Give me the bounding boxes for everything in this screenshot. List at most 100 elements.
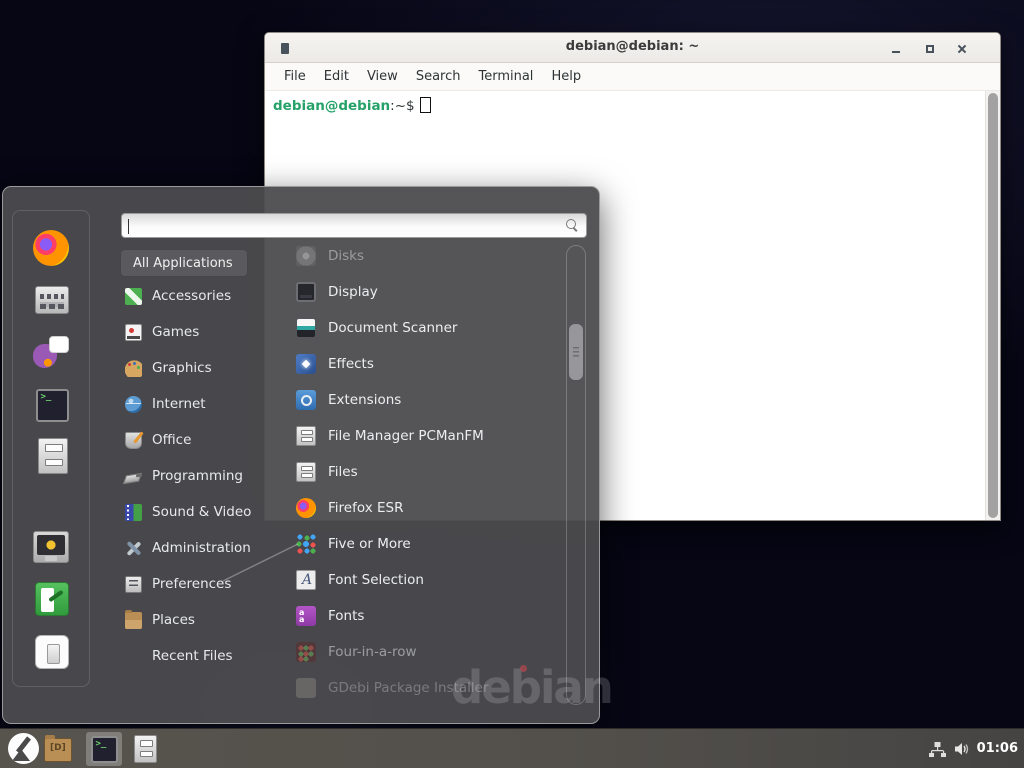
folder-icon <box>44 738 72 762</box>
category-graphics[interactable]: Graphics <box>113 350 273 386</box>
administration-icon <box>125 540 142 557</box>
log-out-icon <box>35 582 69 616</box>
graphics-icon <box>125 360 142 377</box>
menu-search[interactable]: Search <box>407 69 470 84</box>
category-list: Accessories Games Graphics Internet Offi… <box>113 278 273 674</box>
app-effects[interactable]: Effects <box>283 346 561 382</box>
debian-wallpaper-watermark: debian <box>451 661 612 714</box>
prompt-user-host: debian@debian <box>273 98 390 114</box>
app-extensions[interactable]: Extensions <box>283 382 561 418</box>
preferences-icon <box>125 576 142 593</box>
network-icon[interactable] <box>929 741 946 761</box>
programming-icon <box>125 468 142 485</box>
extensions-icon <box>296 390 316 410</box>
firefox-icon <box>296 498 316 518</box>
log-out-favorite-icon[interactable] <box>33 580 71 618</box>
app-file-manager-pcmanfm[interactable]: File Manager PCManFM <box>283 418 561 454</box>
app-font-selection[interactable]: Font Selection <box>283 562 561 598</box>
debian-logo-red-dot <box>520 665 527 672</box>
places-icon <box>125 612 142 629</box>
power-favorite-icon[interactable] <box>33 633 71 671</box>
menu-terminal[interactable]: Terminal <box>469 69 542 84</box>
app-display[interactable]: Display <box>283 274 561 310</box>
terminal-window-button[interactable] <box>86 732 122 766</box>
terminal-scrollbar-thumb[interactable] <box>988 93 998 518</box>
file-cabinet-icon <box>134 735 157 763</box>
five-or-more-icon <box>296 534 316 554</box>
category-programming[interactable]: Programming <box>113 458 273 494</box>
category-recent-files[interactable]: Recent Files <box>113 638 273 674</box>
lock-screen-icon <box>33 531 69 563</box>
app-document-scanner[interactable]: Document Scanner <box>283 310 561 346</box>
desktop: debian@debian: ~ File Edit View Search T… <box>0 0 1024 768</box>
taskbar: 01:06 <box>0 728 1024 768</box>
firefox-favorite-icon[interactable] <box>32 229 70 267</box>
font-selection-icon <box>296 570 316 590</box>
files-favorite-icon[interactable] <box>34 437 72 475</box>
close-button[interactable] <box>954 41 970 57</box>
search-icon <box>566 219 579 232</box>
terminal-titlebar[interactable]: debian@debian: ~ <box>265 33 1000 63</box>
files-launcher[interactable] <box>134 735 157 763</box>
shell-prompt: debian@debian:~$ <box>273 97 431 114</box>
taskbar-clock[interactable]: 01:06 <box>977 741 1018 756</box>
app-disks[interactable]: Disks <box>283 238 561 274</box>
internet-icon <box>125 396 142 413</box>
package-manager-favorite-icon[interactable] <box>33 281 71 319</box>
four-in-a-row-icon <box>296 642 316 662</box>
scanner-icon <box>296 318 316 338</box>
category-accessories[interactable]: Accessories <box>113 278 273 314</box>
text-caret <box>128 219 129 234</box>
terminal-cursor <box>420 97 431 113</box>
maximize-button[interactable] <box>922 41 938 57</box>
office-icon <box>125 432 142 449</box>
category-preferences[interactable]: Preferences <box>113 566 273 602</box>
app-firefox-esr[interactable]: Firefox ESR <box>283 490 561 526</box>
menu-button[interactable] <box>8 733 39 764</box>
app-five-or-more[interactable]: Five or More <box>283 526 561 562</box>
category-office[interactable]: Office <box>113 422 273 458</box>
gdebi-icon <box>296 678 316 698</box>
file-cabinet-icon <box>296 462 316 482</box>
terminal-icon <box>91 736 118 763</box>
pidgin-favorite-icon[interactable] <box>32 333 70 371</box>
disks-icon <box>296 246 316 266</box>
category-games[interactable]: Games <box>113 314 273 350</box>
sound-video-icon <box>125 504 142 521</box>
folder-launcher[interactable] <box>44 738 72 762</box>
menu-edit[interactable]: Edit <box>315 69 358 84</box>
search-box[interactable] <box>121 213 587 238</box>
games-icon <box>125 324 142 341</box>
application-list: Disks Display Document Scanner Effects E… <box>283 238 561 706</box>
category-sound-video[interactable]: Sound & Video <box>113 494 273 530</box>
terminal-scrollbar[interactable] <box>985 91 1000 520</box>
search-input[interactable] <box>128 216 558 235</box>
power-icon <box>35 635 69 669</box>
file-cabinet-icon <box>296 426 316 446</box>
app-fonts[interactable]: Fonts <box>283 598 561 634</box>
all-applications-button[interactable]: All Applications <box>120 249 248 277</box>
menu-file[interactable]: File <box>275 69 315 84</box>
menu-scrollbar[interactable] <box>566 245 586 705</box>
volume-icon[interactable] <box>954 741 972 761</box>
lock-screen-favorite-icon[interactable] <box>32 528 70 566</box>
minimize-button[interactable] <box>888 41 904 57</box>
effects-icon <box>296 354 316 374</box>
package-manager-icon <box>35 286 69 314</box>
category-internet[interactable]: Internet <box>113 386 273 422</box>
terminal-favorite-icon[interactable] <box>33 386 71 424</box>
category-administration[interactable]: Administration <box>113 530 273 566</box>
app-files[interactable]: Files <box>283 454 561 490</box>
prompt-suffix: :~$ <box>390 98 414 114</box>
file-cabinet-icon <box>38 438 68 474</box>
display-icon <box>296 282 316 302</box>
accessories-icon <box>125 288 142 305</box>
application-menu: All Applications Accessories Games Graph… <box>2 186 600 724</box>
firefox-icon <box>33 230 69 266</box>
category-places[interactable]: Places <box>113 602 273 638</box>
menu-scrollbar-thumb[interactable] <box>569 324 583 380</box>
menu-help[interactable]: Help <box>542 69 590 84</box>
fonts-icon <box>296 606 316 626</box>
menu-view[interactable]: View <box>358 69 407 84</box>
terminal-icon <box>36 389 69 422</box>
